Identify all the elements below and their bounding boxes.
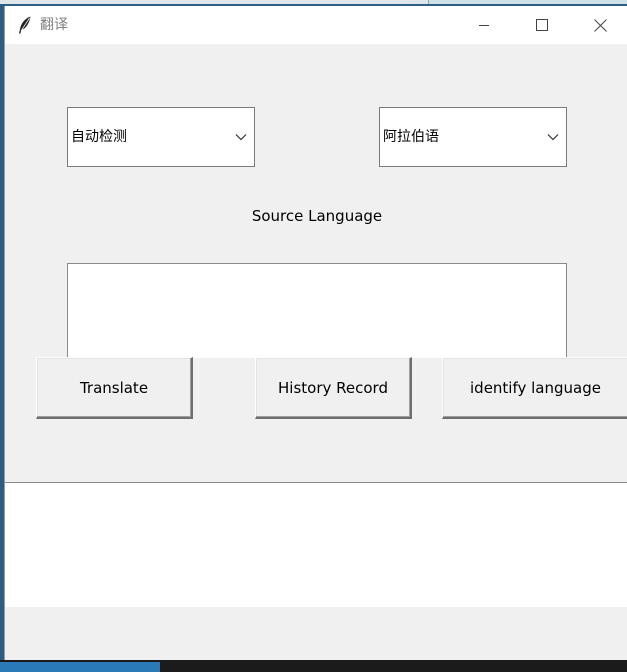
minimize-button[interactable] [461, 6, 507, 44]
maximize-button[interactable] [519, 6, 565, 44]
chevron-down-icon [547, 134, 559, 141]
taskbar-highlight [0, 662, 160, 672]
source-language-select[interactable]: 自动检测 [67, 107, 255, 167]
target-language-select[interactable]: 阿拉伯语 [379, 107, 567, 167]
source-language-label: Source Language [251, 207, 383, 225]
result-text-area[interactable] [5, 482, 627, 607]
identify-language-button[interactable]: identify language [442, 357, 627, 419]
maximize-icon [536, 19, 548, 31]
desktop-background [0, 0, 627, 4]
close-icon [593, 18, 607, 32]
target-language-value: 阿拉伯语 [383, 129, 439, 145]
source-text-input[interactable] [67, 263, 567, 358]
title-bar[interactable]: 翻译 [5, 6, 627, 44]
background-window-edge [428, 0, 627, 4]
taskbar [0, 660, 627, 672]
feather-icon [19, 16, 31, 34]
translate-button[interactable]: Translate [36, 357, 193, 419]
chevron-down-icon [235, 134, 247, 141]
minimize-icon [479, 25, 489, 26]
window-title: 翻译 [40, 17, 68, 33]
close-button[interactable] [577, 6, 623, 44]
source-language-value: 自动检测 [71, 129, 127, 145]
history-record-button[interactable]: History Record [255, 357, 412, 419]
app-window: 翻译 自动检测 阿拉伯语 Source Language Translate H… [4, 6, 627, 660]
